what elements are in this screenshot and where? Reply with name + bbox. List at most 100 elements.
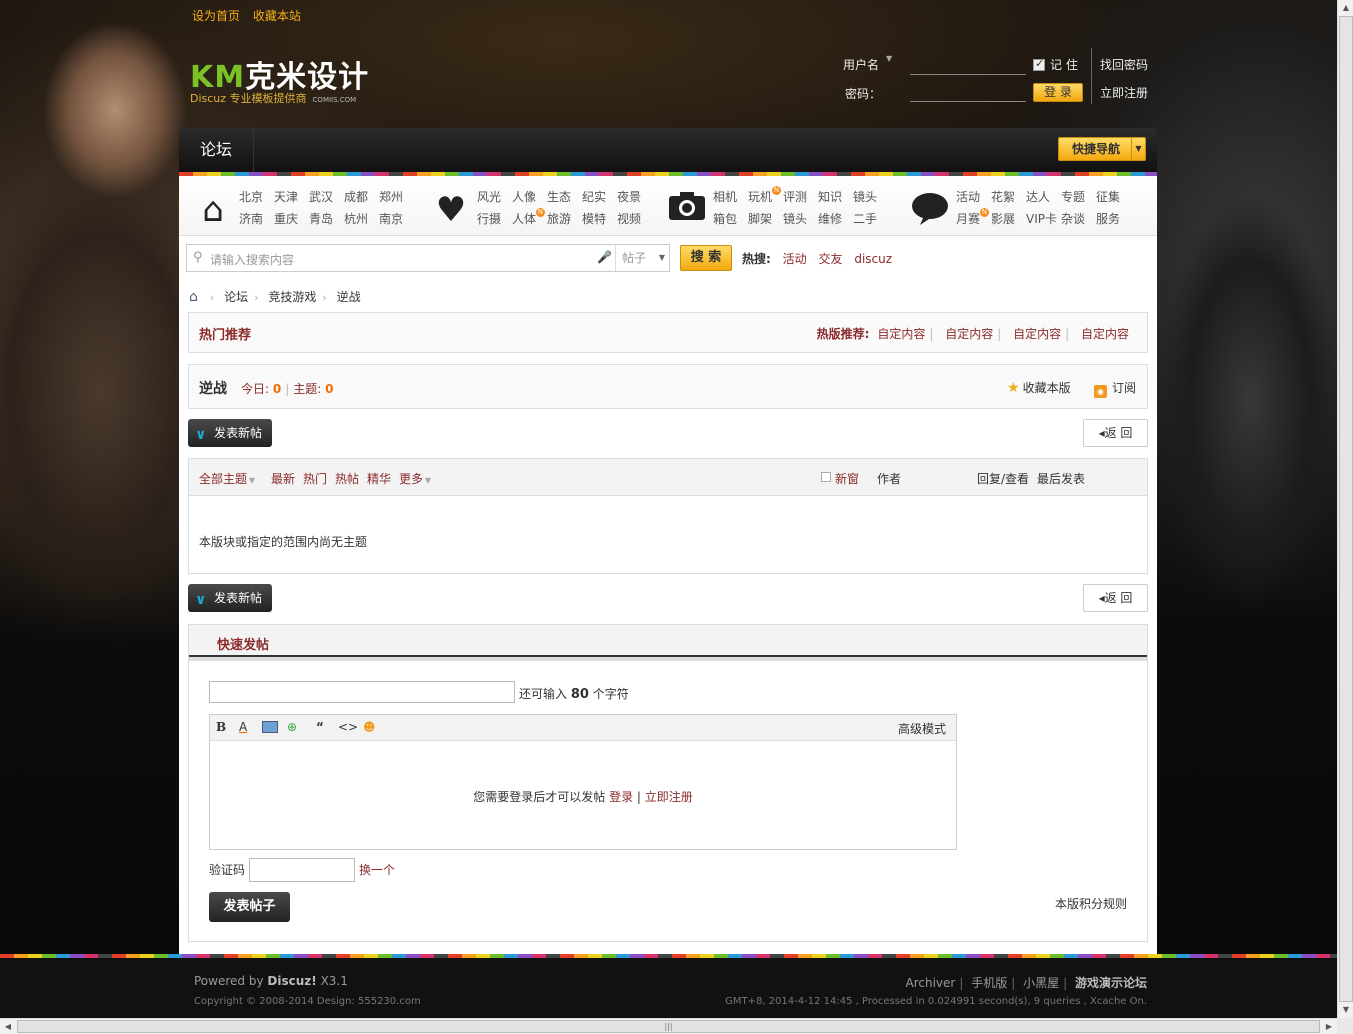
archiver-link[interactable]: Archiver <box>905 976 955 990</box>
search-input[interactable]: 请输入搜索内容 <box>210 251 294 268</box>
new-post-button[interactable]: ∨ 发表新帖 <box>188 584 272 612</box>
captcha-change-link[interactable]: 换一个 <box>359 861 395 878</box>
hot-board-link[interactable]: 自定内容 <box>1081 327 1129 341</box>
post-title-input[interactable] <box>209 681 515 703</box>
bold-icon[interactable]: B <box>216 720 226 734</box>
filter-all[interactable]: 全部主题 ▼ <box>199 470 255 487</box>
mobile-link[interactable]: 手机版 <box>971 976 1007 990</box>
filter-hot-posts[interactable]: 热帖 <box>335 470 359 487</box>
category-link[interactable]: 行摄 <box>477 208 512 230</box>
category-link[interactable]: 南京 <box>379 208 414 230</box>
link-icon[interactable]: ⊕ <box>287 720 297 734</box>
image-icon[interactable] <box>262 721 278 733</box>
new-window-label[interactable]: 新窗 <box>835 470 859 487</box>
microphone-icon[interactable]: 🎤 <box>597 250 612 264</box>
new-window-checkbox[interactable] <box>821 472 831 482</box>
password-input[interactable] <box>910 101 1026 102</box>
category-link[interactable]: 青岛 <box>309 208 344 230</box>
category-link[interactable]: 纪实 <box>582 186 617 208</box>
scroll-thumb[interactable]: ||| <box>17 1020 1320 1033</box>
horizontal-scrollbar[interactable]: ◀ ||| ▶ <box>0 1018 1337 1034</box>
back-button[interactable]: ◂返 回 <box>1083 584 1148 612</box>
category-link[interactable]: 花絮 <box>991 186 1026 208</box>
category-link[interactable]: 风光 <box>477 186 512 208</box>
category-link[interactable]: 生态 <box>547 186 582 208</box>
category-link[interactable]: 玩机 N <box>748 186 783 208</box>
filter-more[interactable]: 更多 ▼ <box>399 470 431 487</box>
login-button[interactable]: 登 录 <box>1033 83 1083 102</box>
category-link[interactable]: 杭州 <box>344 208 379 230</box>
code-icon[interactable]: <> <box>338 720 358 734</box>
bookmark-site-link[interactable]: 收藏本站 <box>253 9 301 23</box>
filter-digest[interactable]: 精华 <box>367 470 391 487</box>
forgot-password-link[interactable]: 找回密码 <box>1100 56 1148 73</box>
filter-latest[interactable]: 最新 <box>271 470 295 487</box>
site-name-link[interactable]: 游戏演示论坛 <box>1075 976 1147 990</box>
filter-hot[interactable]: 热门 <box>303 470 327 487</box>
category-link[interactable]: 知识 <box>818 186 853 208</box>
smiley-icon[interactable]: ☻ <box>363 720 376 734</box>
category-link[interactable]: 达人 <box>1026 186 1061 208</box>
register-link[interactable]: 立即注册 <box>1100 84 1148 101</box>
category-link[interactable]: 成都 <box>344 186 379 208</box>
category-link[interactable]: 活动 <box>956 186 991 208</box>
category-link[interactable]: 二手 <box>853 208 888 230</box>
search-button[interactable]: 搜 索 <box>680 245 732 271</box>
category-link[interactable]: 人体 N <box>512 208 547 230</box>
category-link[interactable]: VIP卡 <box>1026 208 1061 230</box>
favorite-board-button[interactable]: ★ 收藏本版 <box>1007 379 1071 396</box>
username-input[interactable] <box>910 74 1026 75</box>
category-link[interactable]: 影展 <box>991 208 1026 230</box>
back-button[interactable]: ◂返 回 <box>1083 419 1148 447</box>
search-type-select[interactable]: 帖子 ▼ <box>615 245 671 271</box>
category-link[interactable]: 视频 <box>617 208 652 230</box>
category-link[interactable]: 武汉 <box>309 186 344 208</box>
vertical-scrollbar[interactable]: ▲ ▼ <box>1337 0 1353 1018</box>
nav-forum[interactable]: 论坛 <box>179 128 254 174</box>
category-link[interactable]: 镜头 <box>783 208 818 230</box>
scroll-thumb[interactable] <box>1339 16 1353 1002</box>
subscribe-button[interactable]: ◉ 订阅 <box>1094 379 1136 398</box>
discuz-link[interactable]: Discuz! <box>267 974 316 988</box>
category-link[interactable]: 天津 <box>274 186 309 208</box>
hot-board-link[interactable]: 自定内容 <box>945 327 993 341</box>
category-link[interactable]: 维修 <box>818 208 853 230</box>
category-link[interactable]: 镜头 <box>853 186 888 208</box>
breadcrumb-board[interactable]: 逆战 <box>337 290 361 304</box>
scroll-down-icon[interactable]: ▼ <box>1338 1002 1353 1018</box>
captcha-input[interactable] <box>249 858 355 882</box>
set-homepage-link[interactable]: 设为首页 <box>192 9 240 23</box>
editor-login-link[interactable]: 登录 <box>609 790 633 804</box>
category-link[interactable]: 箱包 <box>713 208 748 230</box>
hot-search-item[interactable]: discuz <box>854 252 892 266</box>
editor-register-link[interactable]: 立即注册 <box>645 790 693 804</box>
hot-board-link[interactable]: 自定内容 <box>877 327 925 341</box>
category-link[interactable]: 杂谈 <box>1061 208 1096 230</box>
category-link[interactable]: 服务 <box>1096 208 1131 230</box>
scroll-left-icon[interactable]: ◀ <box>0 1019 16 1034</box>
category-link[interactable]: 重庆 <box>274 208 309 230</box>
username-type-dropdown-icon[interactable]: ▼ <box>886 54 892 63</box>
category-link[interactable]: 专题 <box>1061 186 1096 208</box>
site-logo[interactable]: KM克米设计 Discuz 专业模板提供商 COMIIS.COM <box>190 52 390 106</box>
credit-rules-link[interactable]: 本版积分规则 <box>1055 895 1127 912</box>
home-icon[interactable]: ⌂ <box>189 289 198 305</box>
scroll-right-icon[interactable]: ▶ <box>1321 1019 1337 1034</box>
breadcrumb-category[interactable]: 竞技游戏 <box>268 290 316 304</box>
quick-nav-button[interactable]: 快捷导航 ▼ <box>1058 137 1146 161</box>
category-link[interactable]: 相机 <box>713 186 748 208</box>
submit-post-button[interactable]: 发表帖子 <box>209 892 290 922</box>
remember-checkbox[interactable] <box>1033 57 1045 71</box>
category-link[interactable]: 征集 <box>1096 186 1131 208</box>
hot-board-link[interactable]: 自定内容 <box>1013 327 1061 341</box>
font-color-icon[interactable]: A <box>239 720 247 734</box>
category-link[interactable]: 北京 <box>239 186 274 208</box>
hot-search-item[interactable]: 活动 <box>783 252 807 266</box>
new-post-button[interactable]: ∨ 发表新帖 <box>188 419 272 447</box>
hot-search-item[interactable]: 交友 <box>818 252 842 266</box>
category-link[interactable]: 评测 <box>783 186 818 208</box>
quote-icon[interactable]: “ <box>316 720 324 734</box>
category-link[interactable]: 夜景 <box>617 186 652 208</box>
category-link[interactable]: 人像 <box>512 186 547 208</box>
category-link[interactable]: 脚架 <box>748 208 783 230</box>
